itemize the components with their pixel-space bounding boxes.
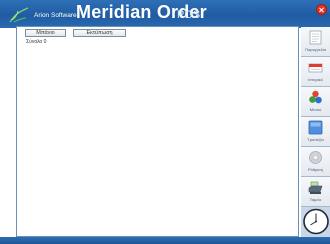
order-list-icon bbox=[309, 30, 322, 45]
sidebar-item-label: Παραγγελία bbox=[305, 47, 326, 52]
sidebar-item-tables[interactable]: Τραπέζια bbox=[301, 117, 330, 147]
sidebar-item-settings[interactable]: Ρύθμιση bbox=[301, 147, 330, 177]
sidebar-item-cash-register[interactable]: Ταμείο bbox=[301, 177, 330, 207]
settings-icon bbox=[309, 151, 322, 164]
total-label: Σύνολο 0 bbox=[26, 39, 47, 45]
tab-search[interactable]: Εκτύπωση bbox=[73, 29, 126, 37]
title-bar: Arion Software Meridian Order POS bbox=[0, 0, 330, 28]
cash-register-icon bbox=[308, 181, 323, 194]
leaf-logo-icon bbox=[9, 7, 29, 23]
sidebar-item-order[interactable]: Παραγγελία bbox=[301, 27, 330, 57]
sidebar-item-label: Ρύθμιση bbox=[308, 167, 323, 172]
app-title-suffix: POS bbox=[177, 9, 201, 21]
sidebar-item-label: Ιστορικό bbox=[308, 77, 323, 82]
sidebar-item-history[interactable]: Ιστορικό bbox=[301, 57, 330, 87]
bottom-bar bbox=[0, 237, 330, 244]
clock-icon bbox=[303, 208, 329, 235]
sidebar-item-label: Μενού bbox=[309, 107, 322, 112]
sidebar-item-label: Τραπέζια bbox=[307, 137, 324, 142]
close-button[interactable] bbox=[316, 4, 327, 15]
tab-main[interactable]: Μπάνιο bbox=[25, 29, 66, 37]
sidebar-item-label: Ταμείο bbox=[309, 197, 322, 202]
main-panel: Μπάνιο Εκτύπωση Σύνολο 0 bbox=[16, 26, 299, 237]
history-icon bbox=[308, 63, 323, 73]
tables-icon bbox=[308, 120, 323, 135]
menu-icon bbox=[309, 90, 322, 104]
sidebar-item-menu[interactable]: Μενού bbox=[301, 87, 330, 117]
brand-company: Arion Software bbox=[34, 12, 77, 19]
